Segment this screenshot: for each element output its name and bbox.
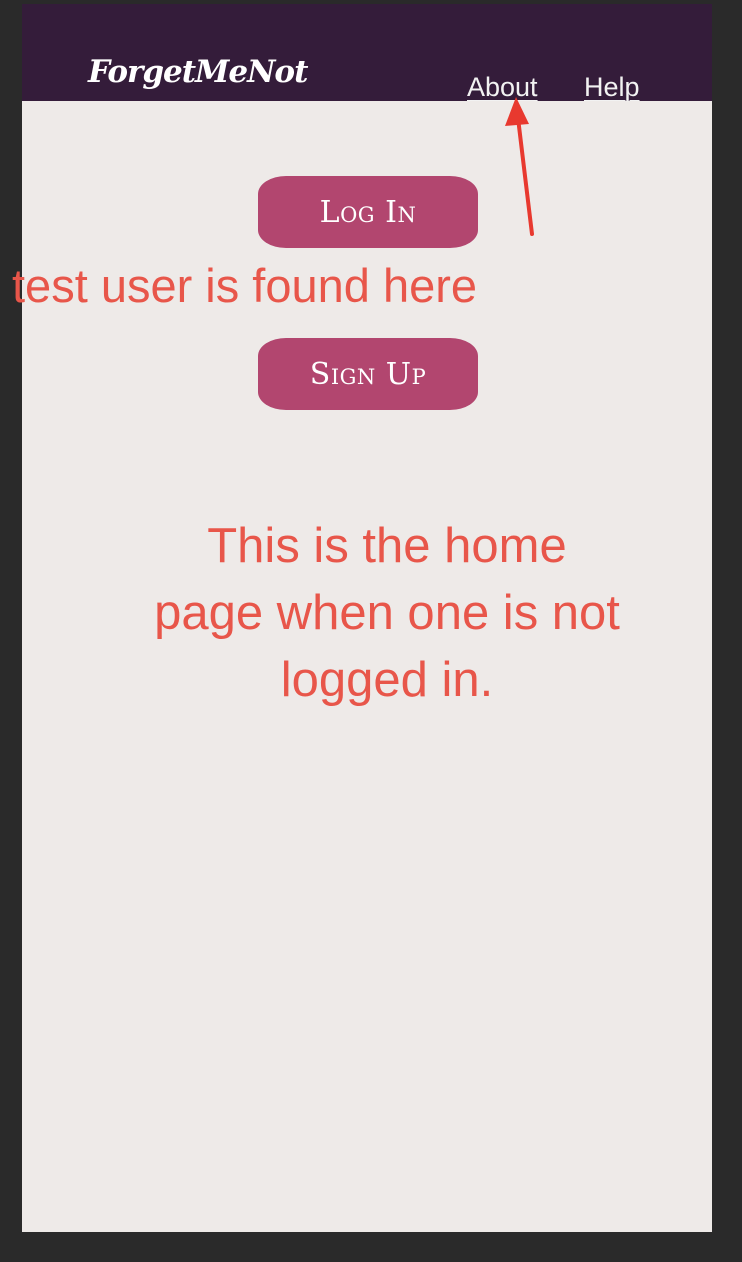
test-user-annotation: test user is found here (12, 259, 478, 312)
nav-link-about[interactable]: About (467, 72, 538, 103)
nav-link-help[interactable]: Help (584, 72, 640, 103)
login-button[interactable]: Log In (258, 176, 478, 248)
top-navigation-bar: ForgetMeNot About Help (22, 4, 712, 103)
home-page-annotation: This is the home page when one is not lo… (154, 519, 620, 707)
app-screen: ForgetMeNot About Help Log In Sign Up te… (12, 4, 712, 1232)
signup-button[interactable]: Sign Up (258, 338, 478, 410)
brand-logo[interactable]: ForgetMeNot (88, 54, 308, 90)
